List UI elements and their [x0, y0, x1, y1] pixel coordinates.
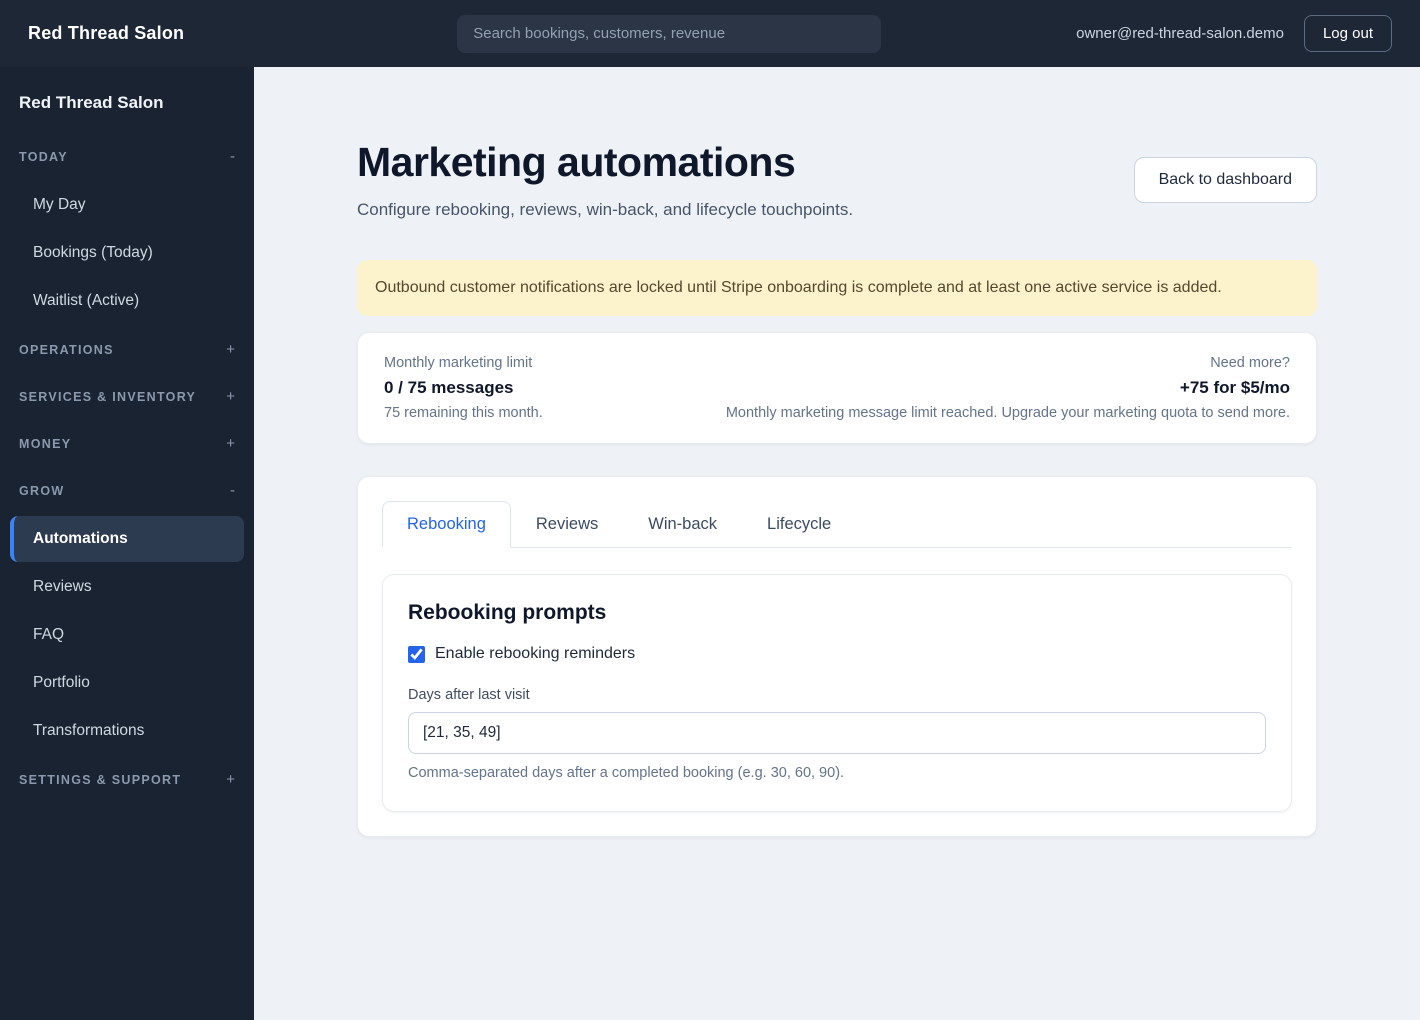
rebooking-panel: Rebooking prompts Enable rebooking remin…	[382, 574, 1292, 812]
sidebar-section-grow[interactable]: GROW -	[10, 467, 244, 514]
tab-lifecycle[interactable]: Lifecycle	[742, 501, 856, 548]
section-label: OPERATIONS	[19, 342, 114, 357]
section-label: SERVICES & INVENTORY	[19, 389, 197, 404]
sidebar-section-operations[interactable]: OPERATIONS +	[10, 326, 244, 373]
collapse-icon: -	[230, 148, 235, 165]
brand: Red Thread Salon	[28, 23, 185, 43]
section-label: SETTINGS & SUPPORT	[19, 772, 182, 787]
logout-button[interactable]: Log out	[1303, 15, 1392, 52]
quota-left-label: Monthly marketing limit	[384, 355, 533, 371]
sidebar-sections: TODAY - My Day Bookings (Today) Waitlist (Ac…	[10, 133, 244, 803]
tabs: Rebooking Reviews Win-back Lifecycle	[382, 501, 1292, 548]
main-area: Marketing automations Configure rebookin…	[254, 0, 1420, 877]
enable-rebooking-checkbox[interactable]	[408, 645, 425, 663]
quota-right-label: Need more?	[1210, 355, 1290, 371]
quota-right-value: +75 for $5/mo	[1179, 378, 1290, 397]
days-field-label: Days after last visit	[408, 687, 530, 703]
tab-rebooking[interactable]: Rebooking	[382, 501, 511, 548]
days-field-help: Comma-separated days after a completed b…	[408, 765, 845, 781]
automations-card: Rebooking Reviews Win-back Lifecycle Rebook…	[357, 476, 1317, 837]
collapse-icon: -	[230, 482, 235, 499]
sidebar-item-reviews[interactable]: Reviews	[10, 564, 244, 610]
sidebar-item-waitlist-active[interactable]: Waitlist (Active)	[10, 278, 244, 324]
locked-notice-banner: Outbound customer notifications are lock…	[357, 260, 1317, 316]
quota-right-sub: Monthly marketing message limit reached.…	[725, 405, 1290, 421]
sidebar-section-services-inventory[interactable]: SERVICES & INVENTORY +	[10, 373, 244, 420]
back-to-dashboard-button[interactable]: Back to dashboard	[1133, 156, 1317, 203]
tab-win-back[interactable]: Win-back	[623, 501, 742, 548]
sidebar-item-transformations[interactable]: Transformations	[10, 708, 244, 754]
section-label: MONEY	[19, 436, 72, 451]
expand-icon: +	[226, 435, 235, 452]
panel-heading: Rebooking prompts	[408, 601, 607, 624]
page-subtitle: Configure rebooking, reviews, win-back, …	[357, 200, 854, 219]
expand-icon: +	[226, 341, 235, 358]
section-label: TODAY	[19, 149, 68, 164]
enable-rebooking-row: Enable rebooking reminders	[408, 645, 1266, 663]
enable-rebooking-label[interactable]: Enable rebooking reminders	[435, 645, 635, 663]
sidebar-item-portfolio[interactable]: Portfolio	[10, 660, 244, 706]
marketing-quota-card: Monthly marketing limit 0 / 75 messages …	[357, 332, 1317, 444]
days-after-visit-input[interactable]	[408, 712, 1266, 754]
page-title-block: Marketing automations Configure rebookin…	[357, 139, 853, 220]
section-label: GROW	[19, 483, 65, 498]
page-header: Marketing automations Configure rebookin…	[357, 139, 1317, 220]
expand-icon: +	[226, 771, 235, 788]
topbar: Red Thread Salon owner@red-thread-salon.…	[0, 0, 1420, 67]
sidebar-item-my-day[interactable]: My Day	[10, 182, 244, 228]
sidebar-item-bookings-today[interactable]: Bookings (Today)	[10, 230, 244, 276]
sidebar-item-automations[interactable]: Automations	[10, 516, 244, 562]
sidebar-item-faq[interactable]: FAQ	[10, 612, 244, 658]
quota-right: Need more? +75 for $5/mo Monthly marketi…	[726, 355, 1290, 421]
sidebar-section-money[interactable]: MONEY +	[10, 420, 244, 467]
quota-left-sub: 75 remaining this month.	[384, 405, 543, 421]
user-email: owner@red-thread-salon.demo	[1076, 25, 1284, 42]
sidebar-section-today[interactable]: TODAY -	[10, 133, 244, 180]
page-title: Marketing automations	[357, 139, 796, 185]
content: Marketing automations Configure rebookin…	[357, 67, 1317, 877]
global-search-input[interactable]	[457, 14, 882, 53]
quota-left: Monthly marketing limit 0 / 75 messages …	[384, 355, 543, 421]
sidebar-section-settings-support[interactable]: SETTINGS & SUPPORT +	[10, 756, 244, 803]
tab-reviews[interactable]: Reviews	[511, 501, 623, 548]
expand-icon: +	[226, 388, 235, 405]
quota-left-value: 0 / 75 messages	[384, 378, 514, 397]
sidebar: Red Thread Salon TODAY - My Day Bookings (T…	[0, 67, 254, 1020]
sidebar-title: Red Thread Salon	[19, 93, 164, 112]
